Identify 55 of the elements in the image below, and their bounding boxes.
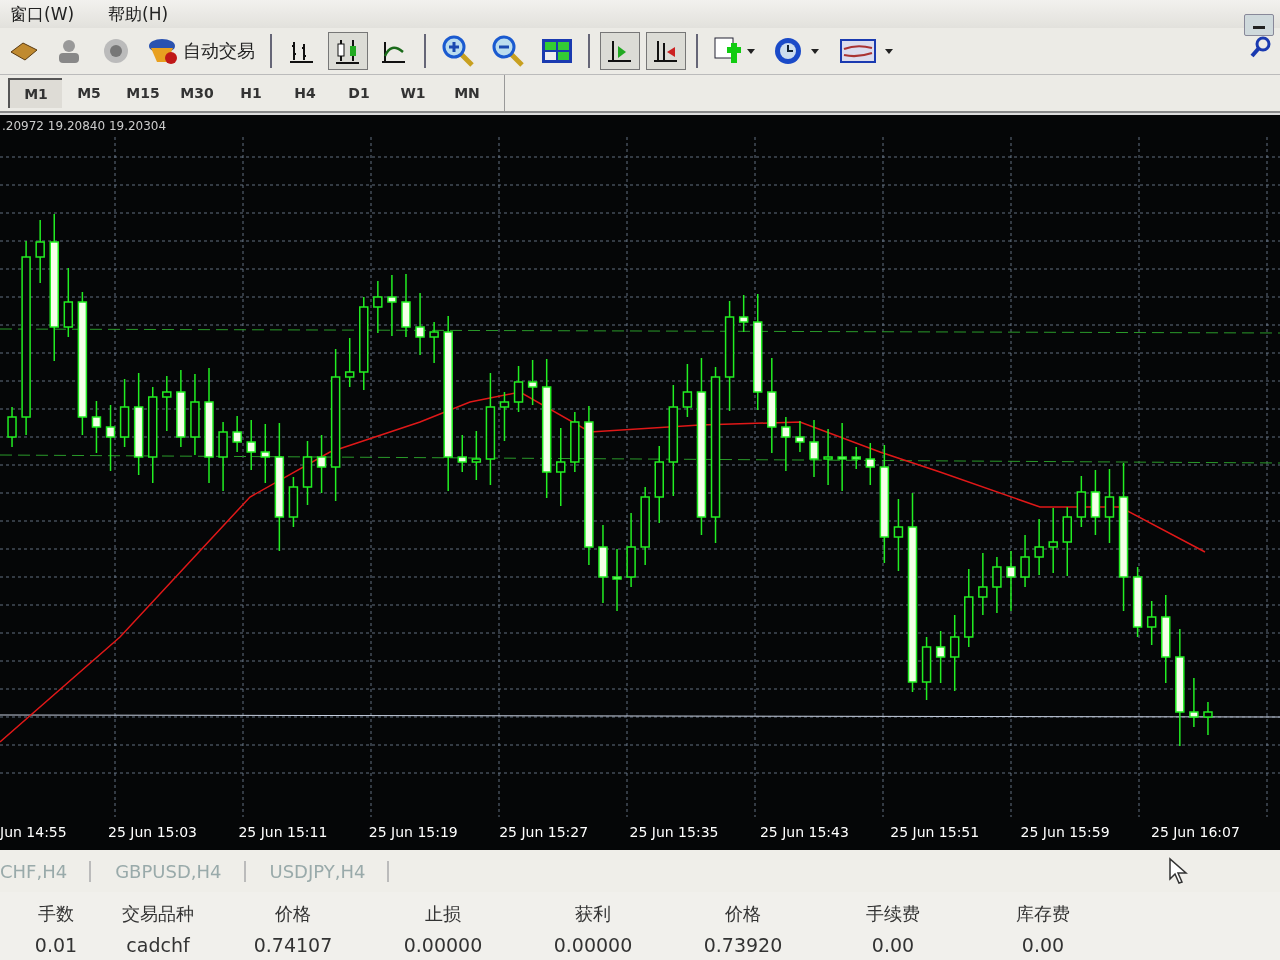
column-header: 交易品种: [121, 902, 195, 926]
table-cell-text: 0.74107: [252, 934, 334, 958]
time-label: 25 Jun 15:51: [890, 824, 980, 840]
timeframe-button[interactable]: H4: [278, 78, 332, 108]
column-header: 手续费: [865, 902, 921, 926]
timeframe-button[interactable]: W1: [386, 78, 440, 108]
toolbar-button[interactable]: [600, 32, 640, 70]
timeframe-button[interactable]: M15: [116, 78, 170, 108]
time-label: 25 Jun 15:19: [368, 824, 458, 840]
zoom-in-icon: [441, 34, 475, 68]
timeframe-button[interactable]: M30: [170, 78, 224, 108]
table-cell-text: 0.01: [33, 934, 79, 958]
minimize-button[interactable]: [1244, 14, 1274, 36]
timeframe-button[interactable]: D1: [332, 78, 386, 108]
table-cell-text: cadchf: [125, 934, 191, 958]
candlestick-icon: [333, 37, 361, 65]
table-cell-text: 0.73920: [702, 934, 784, 958]
chart-shift-icon: [651, 38, 679, 64]
time-label: 25 Jun 15:27: [499, 824, 589, 840]
mouse-cursor-icon: [1168, 857, 1190, 885]
column-header: 库存费: [1015, 902, 1071, 926]
price-info: .20972 19.20840 19.20304: [1, 118, 168, 135]
toolbar-button[interactable]: [646, 32, 686, 70]
column-header: 手数: [37, 902, 75, 926]
toolbar-button[interactable]: [328, 32, 368, 70]
table-cell-text: 0.00000: [402, 934, 484, 958]
time-label: 25 Jun 16:07: [1150, 824, 1240, 840]
zoom-out-icon: [491, 34, 525, 68]
column-header: 获利: [574, 902, 612, 926]
menu-item[interactable]: 帮助(H): [108, 2, 169, 26]
time-label: 25 Jun 15:11: [238, 824, 328, 840]
time-label: Jun 14:55: [0, 824, 67, 840]
time-label: 25 Jun 15:43: [759, 824, 849, 840]
menu-item[interactable]: 窗口(W): [10, 2, 75, 26]
column-header: 止损: [424, 902, 462, 926]
timeframe-button[interactable]: M5: [62, 78, 116, 108]
time-label: 25 Jun 15:03: [108, 824, 198, 840]
table-cell-text: 0.00000: [552, 934, 634, 958]
new-chart-icon: [713, 36, 757, 66]
tile-windows-icon: [541, 38, 573, 64]
column-header: 价格: [724, 902, 762, 926]
column-header: 价格: [274, 902, 312, 926]
table-cell-text: 0.00: [870, 934, 916, 958]
timeframe-button[interactable]: H1: [224, 78, 278, 108]
autotrade-button[interactable]: 自动交易: [142, 32, 260, 70]
signal-icon: [101, 37, 131, 65]
auto-scroll-icon: [605, 38, 633, 64]
robot-hat-icon: [147, 36, 179, 66]
time-label: 25 Jun 15:35: [629, 824, 719, 840]
timeframe-button[interactable]: M1: [8, 78, 62, 108]
book-icon: [9, 40, 39, 62]
time-label: 25 Jun 15:59: [1020, 824, 1110, 840]
table-cell-text: 0.00: [1020, 934, 1066, 958]
minus-icon: [1253, 25, 1265, 30]
timeframe-button[interactable]: MN: [440, 78, 494, 108]
